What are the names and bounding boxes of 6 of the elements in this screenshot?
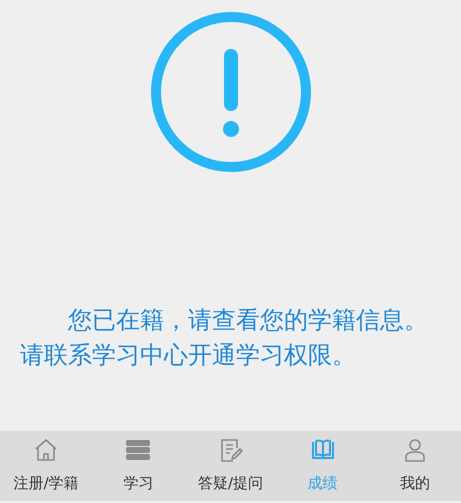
tab-item[interactable]: 答疑/提问 [184, 431, 277, 501]
tab-item[interactable]: 我的 [368, 431, 461, 501]
exclamation-icon [150, 11, 312, 173]
tab-item[interactable]: 学习 [92, 431, 184, 501]
tab-item[interactable]: 注册/学籍 [0, 431, 92, 501]
status-message: 您已在籍，请查看您的学籍信息。请联系学习中心开通学习权限。 [20, 305, 429, 371]
